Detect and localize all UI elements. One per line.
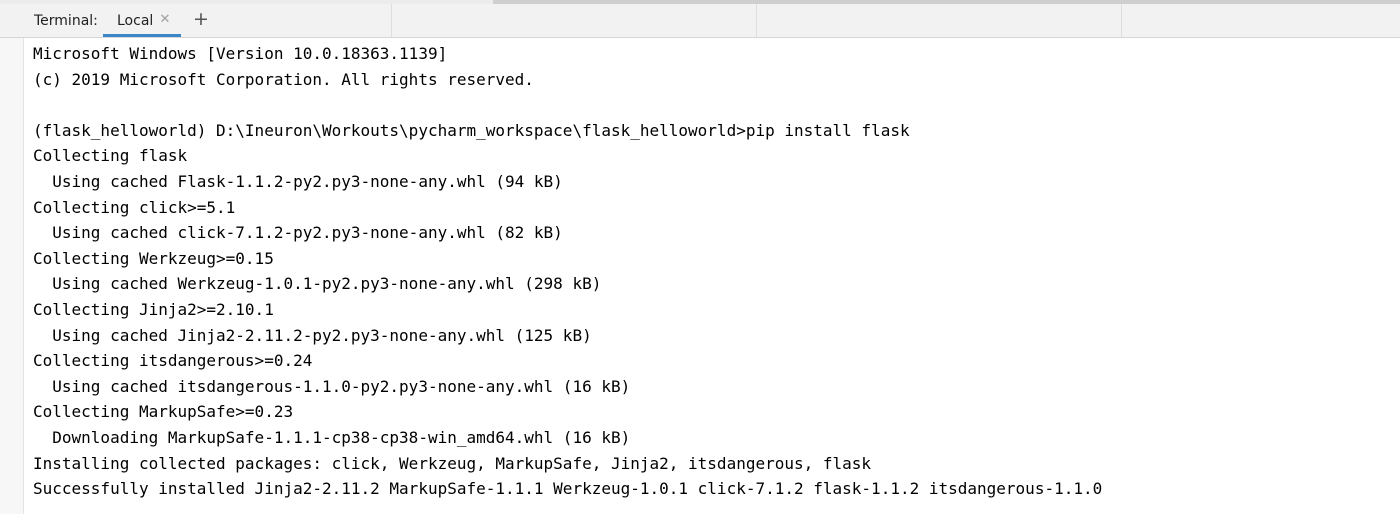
terminal-output[interactable]: Microsoft Windows [Version 10.0.18363.11… (33, 41, 1393, 511)
terminal-line: Collecting Werkzeug>=0.15 (33, 248, 274, 268)
terminal-line: Collecting flask (33, 146, 188, 166)
terminal-line: Downloading MarkupSafe-1.1.1-cp38-cp38-w… (33, 427, 631, 447)
terminal-gutter (0, 38, 24, 514)
tab-divider (391, 4, 392, 37)
terminal-line: Successfully installed Jinja2-2.11.2 Mar… (33, 479, 1103, 499)
terminal-line: Using cached click-7.1.2-py2.py3-none-an… (33, 223, 563, 243)
terminal-label: Terminal: (34, 13, 98, 29)
terminal-line: Using cached Flask-1.1.2-py2.py3-none-an… (33, 171, 563, 191)
close-icon[interactable]: ✕ (159, 13, 171, 27)
terminal-line: Collecting click>=5.1 (33, 197, 236, 217)
terminal-window: Terminal: Local ✕ + Microsoft Windows [V… (0, 0, 1400, 514)
terminal-line: Collecting itsdangerous>=0.24 (33, 351, 313, 371)
terminal-line: Collecting MarkupSafe>=0.23 (33, 402, 294, 422)
terminal-line: Microsoft Windows [Version 10.0.18363.11… (33, 44, 448, 63)
terminal-line: Installing collected packages: click, We… (33, 453, 872, 473)
terminal-tabbar: Terminal: Local ✕ + (0, 4, 1400, 38)
terminal-line: Using cached Werkzeug-1.0.1-py2.py3-none… (33, 274, 602, 294)
terminal-line: Collecting Jinja2>=2.10.1 (33, 299, 274, 319)
tab-local-label: Local (117, 13, 154, 29)
terminal-line: (c) 2019 Microsoft Corporation. All righ… (33, 69, 534, 89)
terminal-line: Using cached Jinja2-2.11.2-py2.py3-none-… (33, 325, 592, 345)
tab-local[interactable]: Local ✕ (103, 4, 181, 37)
terminal-line: (flask_helloworld) D:\Ineuron\Workouts\p… (33, 120, 910, 140)
add-tab-icon[interactable]: + (192, 9, 210, 29)
terminal-line: Using cached itsdangerous-1.1.0-py2.py3-… (33, 376, 631, 396)
tab-divider (1121, 4, 1122, 37)
tab-divider (756, 4, 757, 37)
